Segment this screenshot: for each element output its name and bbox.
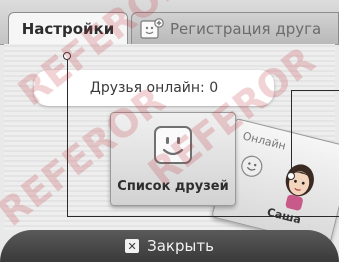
tab-register-friend[interactable]: Регистрация друга [131, 12, 339, 44]
online-status-text: Друзья онлайн: 0 [89, 80, 219, 96]
friend-avatar [285, 164, 314, 211]
friend-list-button[interactable]: Список друзей [110, 112, 236, 206]
friends-settings-screen: Настройки Регистрация друга Друзья онлай… [0, 0, 339, 262]
close-button[interactable]: ✕ Закрыть [0, 230, 339, 262]
online-card-label: Онлайн [241, 129, 288, 153]
callout-line-right [291, 90, 292, 176]
register-friend-icon [140, 17, 164, 39]
tab-settings-label: Настройки [21, 19, 115, 38]
tab-register-label: Регистрация друга [170, 19, 322, 38]
close-label: Закрыть [147, 237, 214, 255]
callout-line-bottom [67, 216, 339, 217]
friend-list-label: Список друзей [117, 179, 229, 194]
callout-dot-settings [63, 52, 71, 60]
close-icon: ✕ [125, 239, 140, 253]
callout-line-right-top [291, 90, 339, 91]
friend-list-smiley-icon [154, 126, 192, 164]
online-smiley-icon [241, 155, 263, 177]
online-status-panel: Друзья онлайн: 0 [34, 70, 274, 106]
tab-settings[interactable]: Настройки [8, 12, 128, 44]
tab-bar: Настройки Регистрация друга [0, 0, 339, 45]
callout-line-left [67, 55, 68, 217]
callout-dot-online [287, 172, 295, 180]
